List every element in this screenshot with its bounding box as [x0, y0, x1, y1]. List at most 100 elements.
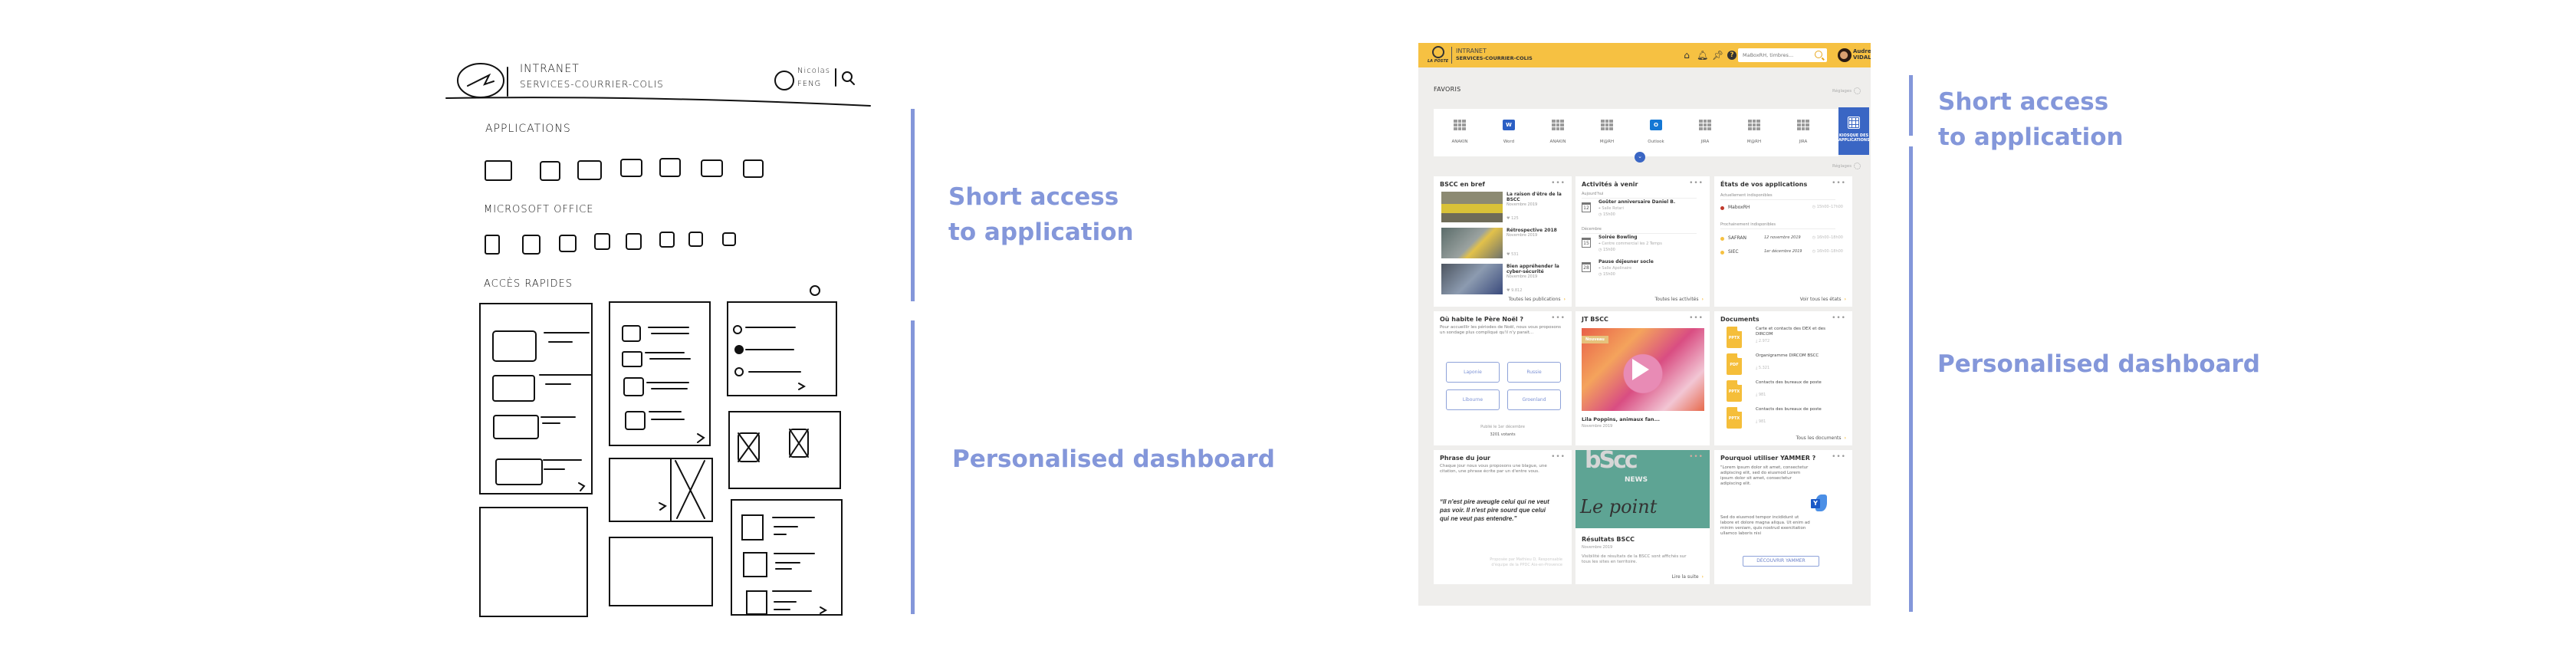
- activity-item[interactable]: 12 Goûter anniversaire Daniel B. ⌖ Salle R…: [1582, 199, 1704, 224]
- user-name[interactable]: Audrey VIDAL: [1853, 48, 1871, 61]
- sketch-user-icon: [774, 71, 794, 90]
- activity-item[interactable]: 15 Soirée Bowling ⌖ Centre commercial les …: [1582, 235, 1704, 259]
- outage-time: ◷ 16h00–18h00: [1812, 249, 1843, 254]
- app-grid-icon: [1601, 120, 1613, 130]
- video-title[interactable]: Lila Poppins, animaux fan...: [1582, 416, 1660, 422]
- new-badge: Nouveau: [1582, 336, 1608, 343]
- document-title: Carte et contacts des DEX et des DIRCOM: [1756, 327, 1825, 337]
- activity-title: Goûter anniversaire Daniel B.: [1598, 199, 1676, 205]
- card-title: JT BSCC: [1582, 316, 1608, 323]
- annotation-bar-short-access-right: [1909, 75, 1913, 136]
- more-options-icon[interactable]: •••: [1551, 453, 1566, 461]
- more-options-icon[interactable]: •••: [1689, 179, 1704, 187]
- app-state-item[interactable]: SAFRAN 12 novembre 2019 ◷ 16h00–18h00: [1720, 235, 1843, 245]
- favorites-settings[interactable]: Réglages: [1832, 87, 1861, 94]
- wireframe-sketch: INTRANET SERVICES-COURRIER-COLIS Nicolas…: [445, 46, 874, 629]
- favorite-app[interactable]: ANAKIN: [1440, 109, 1480, 156]
- likes-value: 531: [1511, 252, 1519, 257]
- sketch-section-applications: APPLICATIONS: [485, 123, 571, 135]
- help-icon[interactable]: ?: [1727, 51, 1737, 60]
- publication-title: Bien appréhender la cyber-sécurité: [1506, 264, 1559, 274]
- activity-time: ◷ 15h00: [1598, 212, 1615, 217]
- card-title: Pourquoi utiliser YAMMER ?: [1720, 455, 1816, 462]
- document-item[interactable]: PPTX Contacts des bureaux de poste ⤓ 981: [1727, 380, 1849, 406]
- file-icon: PPTX: [1727, 380, 1742, 402]
- dashboard-settings[interactable]: Réglages: [1832, 163, 1861, 169]
- document-item[interactable]: PDF Organigramme DIRCOM BSCC ⤓ 5.321: [1727, 353, 1849, 380]
- more-options-icon[interactable]: •••: [1689, 314, 1704, 322]
- search-input[interactable]: [1743, 50, 1809, 61]
- publication-title: La raison d'être de la BSCC: [1506, 192, 1562, 202]
- app-state-item[interactable]: SIEC 1er décembre 2019 ◷ 16h00–18h00: [1720, 249, 1843, 258]
- yammer-text: Sed do eiusmod tempor incididunt ut labo…: [1720, 515, 1810, 536]
- all-publications-link[interactable]: Toutes les publications ›: [1509, 297, 1566, 302]
- publication-item[interactable]: La raison d'être de la BSCC Novembre 2019…: [1441, 192, 1564, 224]
- yammer-icon: Y: [1811, 495, 1828, 511]
- poll-description: Pour accueillir les périodes de Noël, no…: [1440, 325, 1562, 335]
- pin-icon[interactable]: 📌︎: [1712, 50, 1723, 61]
- card-title: Documents: [1720, 316, 1760, 323]
- publication-date: Novembre 2019: [1506, 202, 1538, 207]
- poll-option[interactable]: Libourne: [1446, 389, 1500, 410]
- annotation-line: Short access: [948, 183, 1119, 211]
- video-thumbnail[interactable]: Nouveau: [1582, 328, 1704, 411]
- expand-favorites-button[interactable]: ⌄: [1635, 152, 1645, 163]
- document-item[interactable]: PPTX Carte et contacts des DEX et des DIR…: [1727, 327, 1849, 353]
- publication-item[interactable]: Bien appréhender la cyber-sécurité Novemb…: [1441, 264, 1564, 296]
- more-options-icon[interactable]: •••: [1551, 314, 1566, 322]
- calendar-icon: 28: [1582, 262, 1591, 272]
- more-options-icon[interactable]: •••: [1551, 179, 1566, 187]
- app-grid-icon: [1699, 120, 1711, 130]
- more-options-icon[interactable]: •••: [1832, 314, 1846, 322]
- play-icon[interactable]: [1632, 359, 1649, 380]
- news-title: Résultats BSCC: [1582, 536, 1635, 543]
- search-icon[interactable]: [1815, 51, 1822, 58]
- discover-yammer-button[interactable]: DÉCOUVRIR YAMMER: [1743, 556, 1819, 567]
- poll-option[interactable]: Groenland: [1507, 389, 1561, 410]
- poll-option[interactable]: Russie: [1507, 362, 1561, 383]
- status-dot-icon: [1720, 251, 1724, 255]
- sketch-header-line: [445, 97, 871, 107]
- app-kiosk-button[interactable]: KIOSQUE DES APPLICATIONS: [1838, 107, 1870, 155]
- favorite-app[interactable]: O Outlook: [1636, 109, 1676, 156]
- favorite-app[interactable]: M@RH: [1587, 109, 1627, 156]
- home-icon[interactable]: ⌂: [1681, 50, 1692, 61]
- annotation-line: to application: [948, 219, 1134, 246]
- time-value: 16h00–18h00: [1816, 235, 1843, 240]
- poll-option[interactable]: Laponie: [1446, 362, 1500, 383]
- likes-count: ♥ 9.812: [1506, 288, 1522, 293]
- avatar[interactable]: [1838, 48, 1852, 62]
- document-item[interactable]: PPTX Contacts des bureaux de poste ⤓ 981: [1727, 407, 1849, 433]
- sketch-logo-bird: [467, 73, 495, 87]
- favorite-app[interactable]: JIRA: [1685, 109, 1725, 156]
- read-more-link[interactable]: Lire la suite ›: [1672, 574, 1704, 580]
- la-poste-logo[interactable]: LA POSTE: [1428, 46, 1449, 64]
- likes-value: 125: [1511, 216, 1519, 221]
- publication-item[interactable]: Rétrospective 2018 Novembre 2019 ♥ 531: [1441, 228, 1564, 260]
- favorite-app[interactable]: JIRA: [1783, 109, 1823, 156]
- favorite-app[interactable]: ANAKIN: [1538, 109, 1578, 156]
- outage-time: ◷ 15h00–17h00: [1812, 205, 1843, 209]
- favorite-app[interactable]: M@RH: [1734, 109, 1774, 156]
- app-grid-icon: [1454, 120, 1466, 130]
- bell-icon[interactable]: 🔔︎: [1697, 50, 1708, 61]
- activity-item[interactable]: 28 Pause déjeuner socle ⌖ Salle Apolinaire…: [1582, 259, 1704, 284]
- status-dot-icon: [1720, 237, 1724, 241]
- sketch-header-subtitle: SERVICES-COURRIER-COLIS: [520, 79, 664, 90]
- chevron-right-icon: ›: [1844, 297, 1846, 302]
- all-states-link[interactable]: Voir tous les états ›: [1800, 297, 1846, 302]
- app-subtitle: SERVICES-COURRIER-COLIS: [1456, 55, 1533, 61]
- logo-separator: [1451, 47, 1452, 64]
- favorite-app[interactable]: W Word: [1489, 109, 1529, 156]
- more-options-icon[interactable]: •••: [1832, 179, 1846, 187]
- all-activities-link[interactable]: Toutes les activités ›: [1655, 297, 1704, 302]
- app-state-item[interactable]: MaboxRH ◷ 15h00–17h00: [1720, 205, 1843, 214]
- activity-time: ◷ 15h00: [1598, 272, 1615, 277]
- sketch-section-quick-access: ACCÈS RAPIDES: [484, 278, 573, 290]
- gear-icon: [1854, 87, 1861, 94]
- news-image[interactable]: bScc NEWS Le point: [1576, 450, 1710, 528]
- all-documents-link[interactable]: Tous les documents ›: [1796, 435, 1846, 441]
- chevron-right-icon: ›: [1701, 297, 1704, 302]
- more-options-icon[interactable]: •••: [1689, 453, 1704, 461]
- more-options-icon[interactable]: •••: [1832, 453, 1846, 461]
